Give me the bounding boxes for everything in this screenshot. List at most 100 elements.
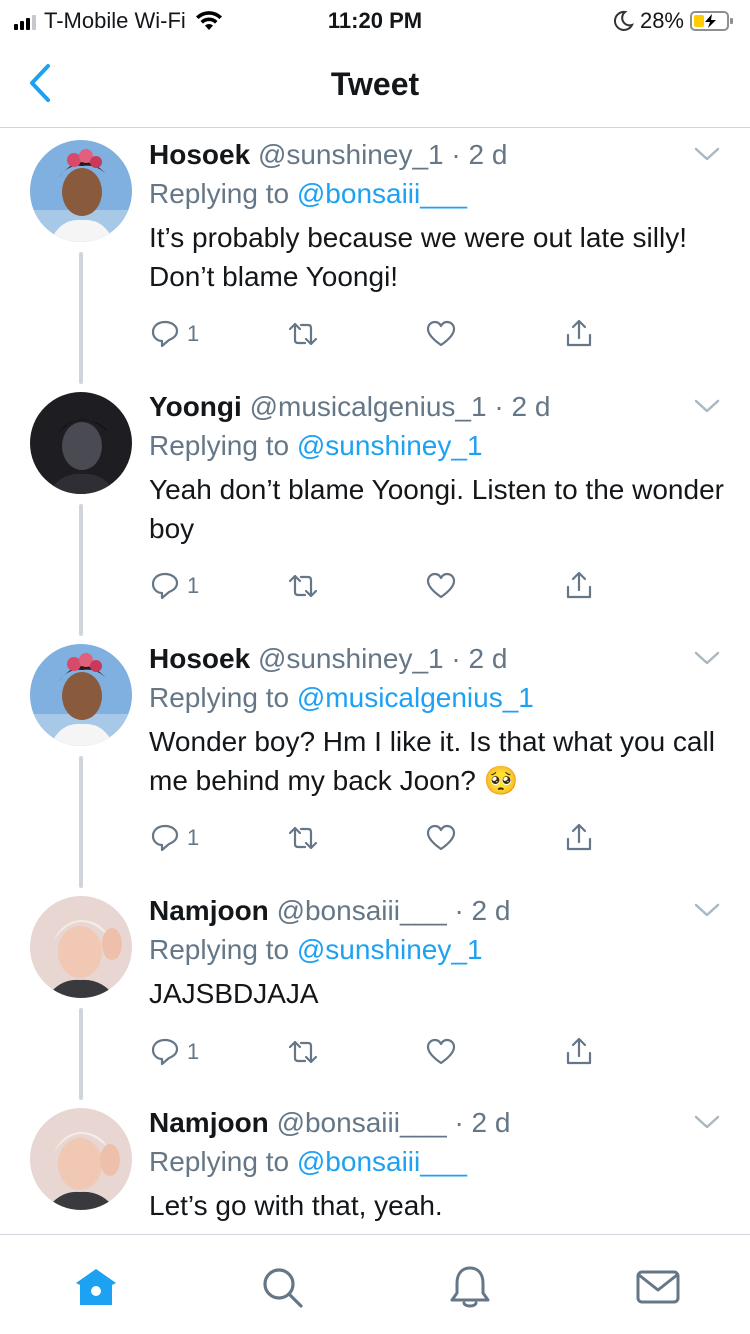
- tweet[interactable]: Hosoek @sunshiney_1 · 2 d Replying to @b…: [0, 128, 750, 384]
- display-name[interactable]: Yoongi: [149, 391, 242, 422]
- share-button[interactable]: [563, 566, 701, 606]
- like-button[interactable]: [425, 818, 563, 858]
- replying-to-mention[interactable]: @bonsaiii___: [297, 1146, 467, 1177]
- reply-button[interactable]: 1: [149, 818, 287, 858]
- tab-home[interactable]: [72, 1263, 120, 1311]
- tweet-text: Wonder boy? Hm I like it. Is that what y…: [149, 726, 715, 796]
- retweet-button[interactable]: [287, 1032, 425, 1072]
- replying-to-mention[interactable]: @bonsaiii___: [297, 178, 467, 209]
- tweet-text: Let’s go with that, yeah.: [149, 1190, 443, 1221]
- share-icon: [566, 319, 592, 347]
- tweet-header: Namjoon @bonsaiii___ · 2 d: [149, 894, 730, 928]
- thread-connector-line: [79, 252, 83, 384]
- messages-icon: [636, 1270, 680, 1304]
- search-icon: [263, 1268, 303, 1308]
- avatar[interactable]: [30, 140, 132, 242]
- user-handle[interactable]: @sunshiney_1: [258, 139, 444, 170]
- replying-to: Replying to @bonsaiii___: [149, 174, 730, 214]
- thread-connector-line: [79, 1008, 83, 1100]
- avatar[interactable]: [30, 1108, 132, 1210]
- tab-messages[interactable]: [634, 1263, 682, 1311]
- reply-icon: [151, 1038, 179, 1066]
- replying-to: Replying to @bonsaiii___: [149, 1142, 730, 1182]
- reply-count: 1: [187, 825, 200, 850]
- status-bar: T-Mobile Wi-Fi 11:20 PM 28%: [0, 0, 750, 40]
- tweet-time: · 2 d: [494, 391, 551, 422]
- tweet-time: · 2 d: [454, 895, 511, 926]
- share-icon: [566, 571, 592, 599]
- share-button[interactable]: [563, 818, 701, 858]
- display-name[interactable]: Namjoon: [149, 895, 269, 926]
- reply-button[interactable]: 1: [149, 566, 287, 606]
- chevron-down-icon[interactable]: [694, 1114, 720, 1130]
- reply-button[interactable]: 1: [149, 1032, 287, 1072]
- reply-button[interactable]: 1: [149, 314, 287, 354]
- tab-search[interactable]: [258, 1263, 306, 1311]
- tweet[interactable]: Hosoek @sunshiney_1 · 2 d Replying to @m…: [0, 632, 750, 888]
- heart-icon: [426, 1038, 456, 1065]
- display-name[interactable]: Hosoek: [149, 139, 250, 170]
- replying-to-label: Replying to: [149, 430, 290, 461]
- replying-to-label: Replying to: [149, 1146, 290, 1177]
- notifications-icon: [450, 1266, 490, 1308]
- avatar[interactable]: [30, 644, 132, 746]
- display-name[interactable]: Hosoek: [149, 643, 250, 674]
- chevron-down-icon[interactable]: [694, 902, 720, 918]
- reply-count: 1: [187, 321, 200, 346]
- avatar[interactable]: [30, 392, 132, 494]
- retweet-button[interactable]: [287, 566, 425, 606]
- tweet-header: Hosoek @sunshiney_1 · 2 d: [149, 138, 730, 172]
- home-icon: [76, 1269, 116, 1305]
- tweet-text: Yeah don’t blame Yoongi. Listen to the w…: [149, 474, 724, 544]
- user-handle[interactable]: @bonsaiii___: [277, 895, 447, 926]
- replying-to-label: Replying to: [149, 178, 290, 209]
- chevron-down-icon[interactable]: [694, 398, 720, 414]
- replying-to: Replying to @musicalgenius_1: [149, 678, 730, 718]
- replying-to-mention[interactable]: @musicalgenius_1: [297, 682, 534, 713]
- tweet-time: · 2 d: [451, 643, 508, 674]
- tweet[interactable]: Yoongi @musicalgenius_1 · 2 d Replying t…: [0, 380, 750, 636]
- do-not-disturb-moon-icon: [613, 10, 634, 31]
- tweet-text: JAJSBDJAJA: [149, 978, 319, 1009]
- replying-to: Replying to @sunshiney_1: [149, 426, 730, 466]
- user-handle[interactable]: @sunshiney_1: [258, 643, 444, 674]
- replying-to: Replying to @sunshiney_1: [149, 930, 730, 970]
- tab-bar: [0, 1234, 750, 1334]
- tweet-time: · 2 d: [451, 139, 508, 170]
- chevron-down-icon[interactable]: [694, 650, 720, 666]
- heart-icon: [426, 824, 456, 851]
- user-handle[interactable]: @bonsaiii___: [277, 1107, 447, 1138]
- replying-to-label: Replying to: [149, 934, 290, 965]
- like-button[interactable]: [425, 1032, 563, 1072]
- battery-percent: 28%: [639, 8, 684, 33]
- tweet-actions: 1: [149, 314, 730, 354]
- retweet-button[interactable]: [287, 314, 425, 354]
- like-button[interactable]: [425, 566, 563, 606]
- tab-notifications[interactable]: [446, 1263, 494, 1311]
- tweet-header: Namjoon @bonsaiii___ · 2 d: [149, 1106, 730, 1140]
- heart-icon: [426, 320, 456, 347]
- share-icon: [566, 823, 592, 851]
- display-name[interactable]: Namjoon: [149, 1107, 269, 1138]
- share-button[interactable]: [563, 314, 701, 354]
- tweet-content: Hosoek @sunshiney_1 · 2 d Replying to @m…: [149, 642, 730, 800]
- retweet-icon: [288, 322, 318, 346]
- like-button[interactable]: [425, 314, 563, 354]
- reply-icon: [151, 824, 179, 852]
- tweet-header: Yoongi @musicalgenius_1 · 2 d: [149, 390, 730, 424]
- replying-to-mention[interactable]: @sunshiney_1: [297, 934, 483, 965]
- tweet-header: Hosoek @sunshiney_1 · 2 d: [149, 642, 730, 676]
- tweet-content: Hosoek @sunshiney_1 · 2 d Replying to @b…: [149, 138, 730, 296]
- chevron-down-icon[interactable]: [694, 146, 720, 162]
- status-right: 28%: [612, 8, 734, 34]
- share-button[interactable]: [563, 1032, 701, 1072]
- tweet[interactable]: Namjoon @bonsaiii___ · 2 d Replying to @…: [0, 884, 750, 1100]
- avatar[interactable]: [30, 896, 132, 998]
- retweet-button[interactable]: [287, 818, 425, 858]
- retweet-icon: [288, 1040, 318, 1064]
- reply-count: 1: [187, 1039, 200, 1064]
- tweet[interactable]: Namjoon @bonsaiii___ · 2 d Replying to @…: [0, 1096, 750, 1234]
- tweet-text: It’s probably because we were out late s…: [149, 222, 687, 292]
- replying-to-mention[interactable]: @sunshiney_1: [297, 430, 483, 461]
- user-handle[interactable]: @musicalgenius_1: [250, 391, 487, 422]
